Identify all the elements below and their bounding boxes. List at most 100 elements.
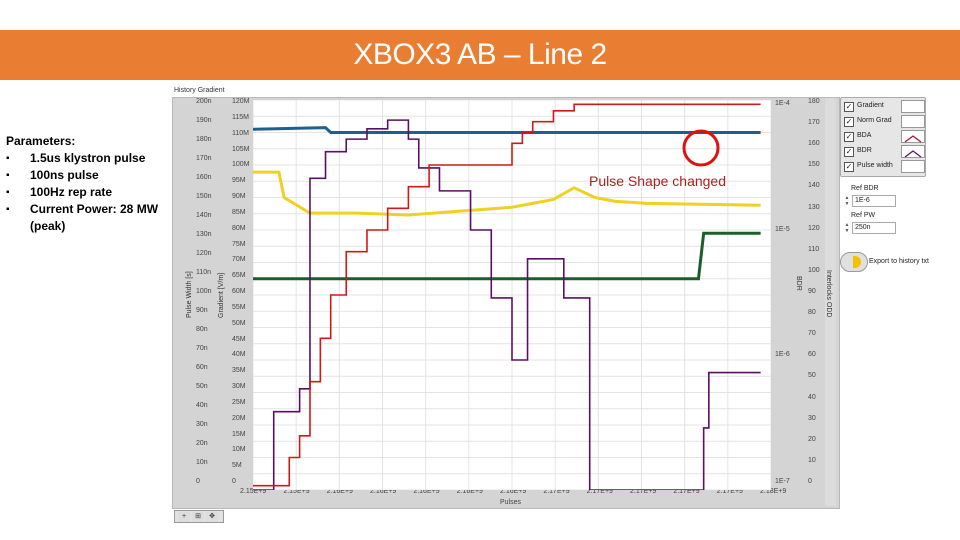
- legend-item-bdr[interactable]: ✓ BDR: [844, 145, 925, 159]
- x-axis-label: Pulses: [500, 499, 522, 506]
- param-item: 100ns pulse: [6, 167, 166, 184]
- pan-tool-icon[interactable]: ✥: [206, 512, 218, 522]
- export-label: Export to history txt: [869, 258, 929, 265]
- interlocks-tick: 140: [808, 182, 820, 190]
- pulse-width-tick: 10n: [196, 459, 208, 466]
- legend-label: Gradient: [857, 102, 884, 109]
- ref-pw-spinner[interactable]: ▲ ▼: [844, 222, 850, 234]
- interlocks-tick: 20: [808, 435, 816, 443]
- gradient-tick: 55M: [232, 303, 246, 311]
- interlocks-tick: 0: [808, 478, 812, 485]
- pulse-width-tick: 120n: [196, 250, 212, 257]
- gradient-tick: 0: [232, 478, 236, 485]
- legend-swatch[interactable]: [901, 145, 925, 158]
- y-axis-label-pulse-width: Pulse Width [s]: [186, 271, 193, 318]
- gradient-tick: 70M: [232, 256, 246, 264]
- ref-pw-input[interactable]: 250n: [852, 222, 896, 234]
- legend-item-pulse-width[interactable]: ✓ Pulse width: [844, 160, 925, 174]
- cursor-tool-icon[interactable]: +: [178, 512, 190, 522]
- pulse-width-tick: 20n: [196, 440, 208, 447]
- legend-item-gradient[interactable]: ✓ Gradient: [844, 100, 925, 114]
- pulse-width-tick: 200n: [196, 98, 212, 105]
- gradient-tick: 60M: [232, 288, 246, 295]
- gradient-tick: 80M: [232, 224, 246, 232]
- y-axis-label-bdr: BDR: [795, 276, 802, 291]
- ref-pw-label: Ref PW: [851, 212, 876, 219]
- checkbox-pulse-width[interactable]: ✓: [844, 162, 854, 172]
- interlocks-tick: 150: [808, 161, 820, 169]
- zoom-tool-icon[interactable]: ⊞: [192, 512, 204, 522]
- gradient-tick: 25M: [232, 398, 246, 406]
- bdr-tick: 1E-7: [775, 478, 790, 485]
- interlocks-tick: 90: [808, 288, 816, 295]
- bdr-tick: 1E-4: [775, 100, 790, 107]
- highlight-circle: [682, 129, 720, 167]
- gradient-tick: 110M: [232, 129, 249, 137]
- gradient-tick: 95M: [232, 177, 246, 185]
- pulse-width-tick: 190n: [196, 117, 212, 124]
- gradient-tick: 45M: [232, 335, 246, 343]
- pulse-width-tick: 140n: [196, 212, 212, 219]
- line-style-icon: [904, 150, 922, 158]
- gradient-tick: 40M: [232, 351, 246, 359]
- interlocks-tick: 130: [808, 203, 820, 211]
- gradient-tick: 35M: [232, 367, 246, 375]
- gradient-tick: 85M: [232, 208, 246, 216]
- checkbox-bda[interactable]: ✓: [844, 132, 854, 142]
- interlocks-tick: 40: [808, 393, 816, 401]
- y-axis-label-interlocks: Interlocks ODD: [825, 270, 832, 318]
- pulse-width-tick: 0: [196, 478, 200, 485]
- pulse-width-tick: 180n: [196, 136, 212, 143]
- pulse-width-tick: 80n: [196, 326, 208, 333]
- pulse-width-tick: 130n: [196, 231, 212, 238]
- legend-swatch[interactable]: [901, 130, 925, 143]
- chart-svg: [252, 99, 772, 491]
- annotation-pulse-shape: Pulse Shape changed: [589, 173, 726, 189]
- checkbox-gradient[interactable]: ✓: [844, 102, 854, 112]
- interlocks-tick: 70: [808, 330, 816, 338]
- gradient-tick: 115M: [232, 113, 249, 121]
- interlocks-tick: 110: [808, 245, 820, 253]
- param-item: Current Power: 28 MW (peak): [6, 201, 166, 235]
- checkbox-norm-grad[interactable]: ✓: [844, 117, 854, 127]
- interlocks-tick: 120: [808, 224, 820, 232]
- legend-item-norm-grad[interactable]: ✓ Norm Grad: [844, 115, 925, 129]
- pulse-width-tick: 160n: [196, 174, 212, 181]
- legend-label: BDR: [857, 147, 872, 154]
- ref-bdr-label: Ref BDR: [851, 185, 879, 192]
- gradient-tick: 10M: [232, 446, 246, 454]
- interlocks-tick: 170: [808, 119, 820, 127]
- interlocks-tick: 100: [808, 266, 820, 274]
- interlocks-tick: 60: [808, 351, 816, 359]
- gradient-tick: 90M: [232, 193, 246, 200]
- legend-swatch[interactable]: [901, 160, 925, 173]
- interlocks-tick: 180: [808, 98, 820, 105]
- legend-item-bda[interactable]: ✓ BDA: [844, 130, 925, 144]
- y-axis-label-gradient: Gradient [V/m]: [218, 272, 225, 318]
- legend-swatch[interactable]: [901, 100, 925, 113]
- ref-bdr-spinner[interactable]: ▲ ▼: [844, 195, 850, 207]
- ref-bdr-input[interactable]: 1E-6: [852, 195, 896, 207]
- interlocks-tick: 50: [808, 372, 816, 380]
- pulse-width-tick: 50n: [196, 383, 208, 390]
- legend-swatch[interactable]: [901, 115, 925, 128]
- gradient-tick: 75M: [232, 240, 246, 248]
- pulse-width-tick: 90n: [196, 307, 208, 314]
- interlocks-tick: 160: [808, 140, 820, 148]
- gradient-tick: 20M: [232, 414, 246, 422]
- param-item: 1.5us klystron pulse: [6, 150, 166, 167]
- pulse-width-tick: 60n: [196, 364, 208, 371]
- legend-label: Norm Grad: [857, 117, 892, 124]
- gradient-tick: 50M: [232, 319, 246, 327]
- gradient-tick: 30M: [232, 383, 246, 390]
- gradient-tick: 105M: [232, 145, 250, 153]
- interlocks-tick: 30: [808, 414, 816, 422]
- export-toggle-button[interactable]: [840, 252, 868, 272]
- pulse-width-tick: 70n: [196, 345, 208, 352]
- pulse-width-tick: 170n: [196, 155, 212, 162]
- graph-title: History Gradient: [174, 87, 225, 94]
- checkbox-bdr[interactable]: ✓: [844, 147, 854, 157]
- bdr-tick: 1E-5: [775, 226, 790, 233]
- legend-label: BDA: [857, 132, 872, 139]
- plot-area[interactable]: [252, 99, 772, 491]
